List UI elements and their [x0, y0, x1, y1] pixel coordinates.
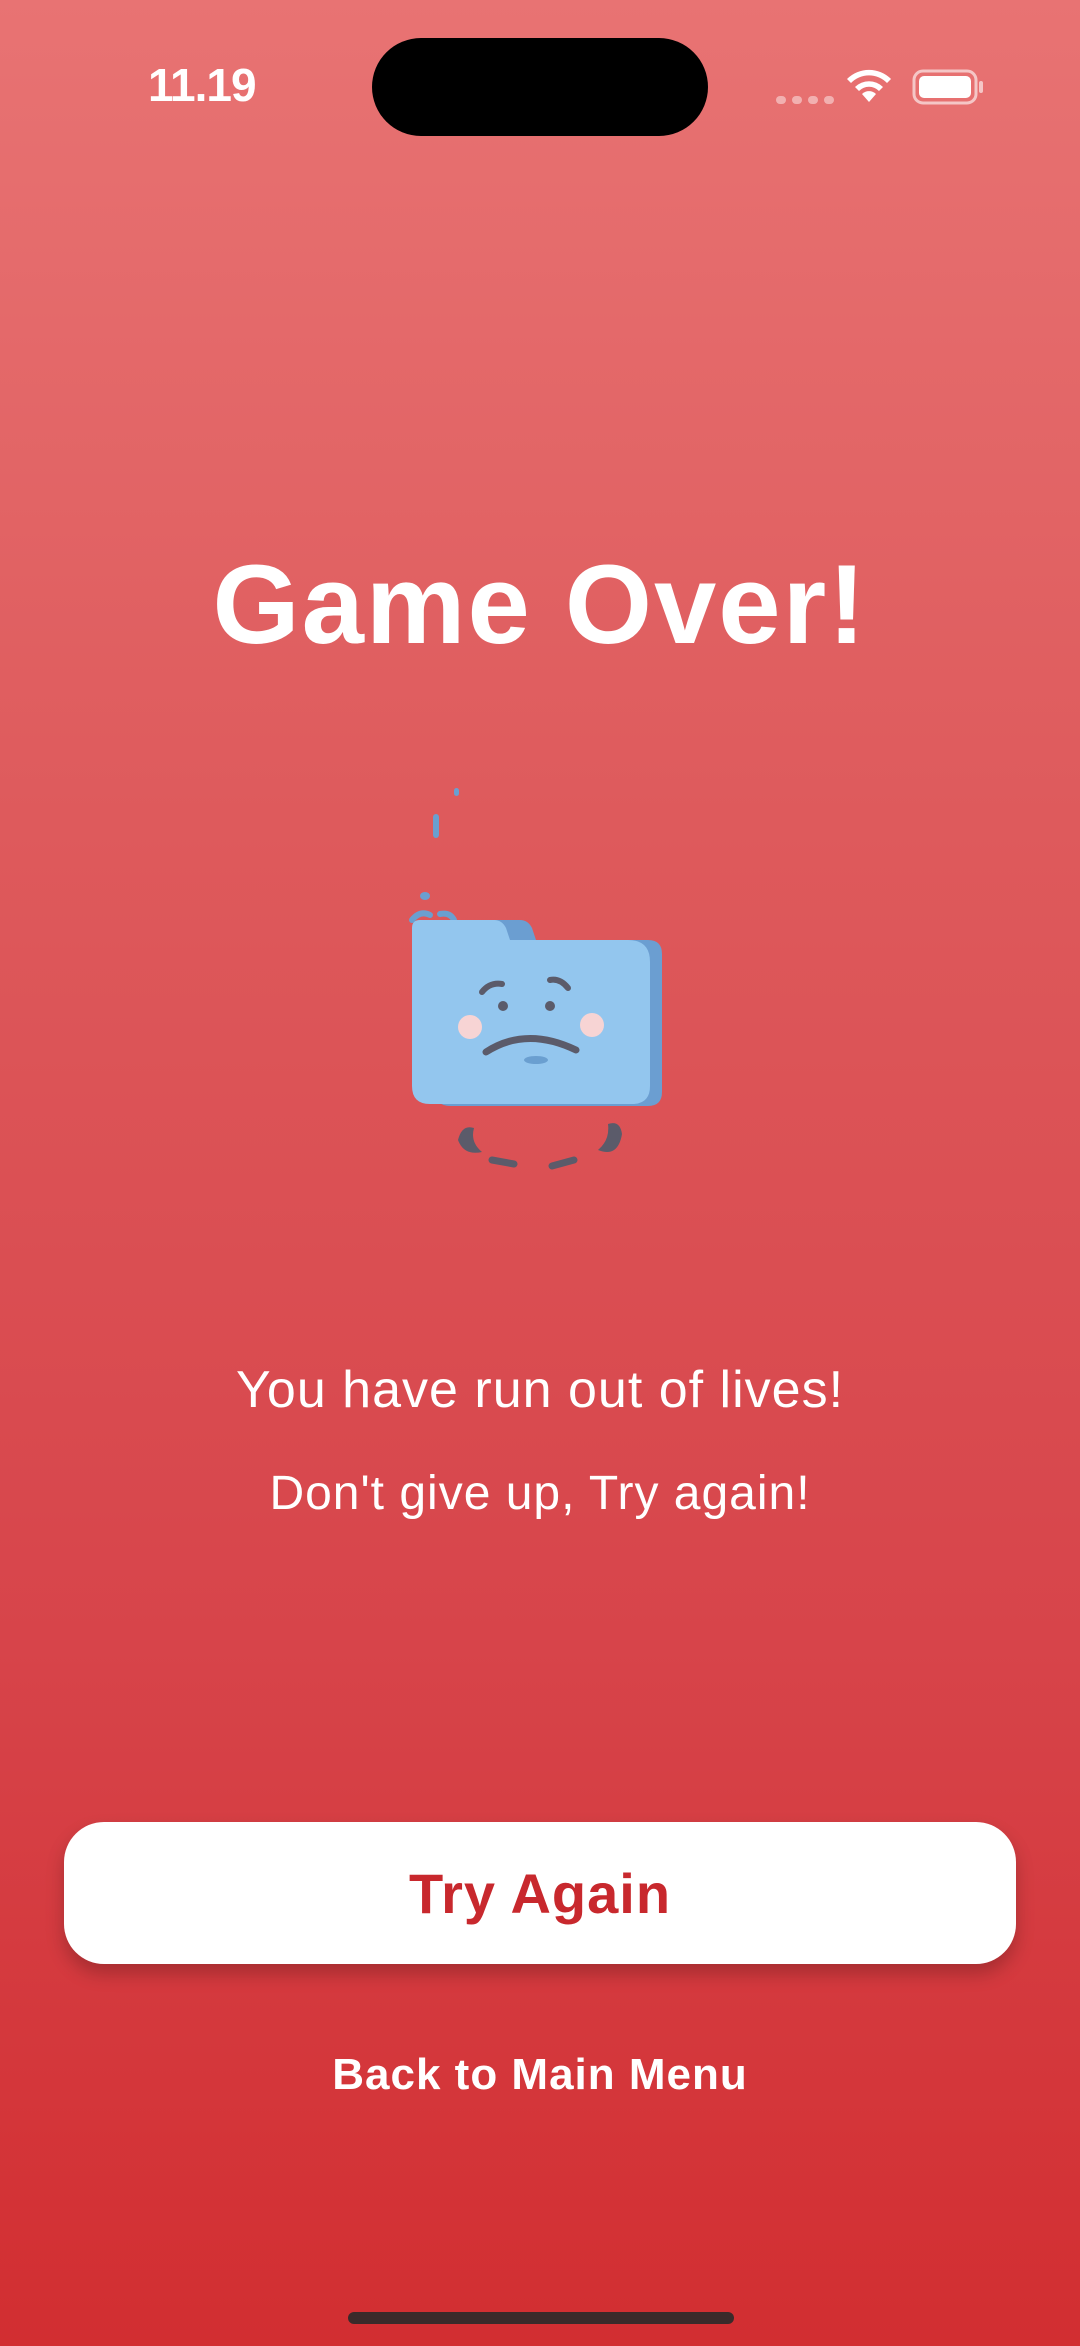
- try-again-button[interactable]: Try Again: [64, 1822, 1016, 1964]
- home-indicator[interactable]: [348, 2312, 734, 2324]
- status-time: 11.19: [148, 59, 257, 111]
- encouragement-message: Don't give up, Try again!: [269, 1467, 811, 1520]
- battery-icon: [912, 69, 983, 105]
- out-of-lives-message: You have run out of lives!: [235, 1361, 845, 1419]
- wifi-icon: [847, 69, 891, 102]
- page-title: Game Over!: [212, 542, 868, 667]
- status-bar: 11.19: [0, 0, 1080, 180]
- cellular-signal-icon: [776, 96, 834, 104]
- back-to-main-menu-button[interactable]: Back to Main Menu: [290, 2040, 790, 2110]
- sad-folder-icon: [409, 788, 662, 1170]
- dynamic-island: [372, 38, 708, 136]
